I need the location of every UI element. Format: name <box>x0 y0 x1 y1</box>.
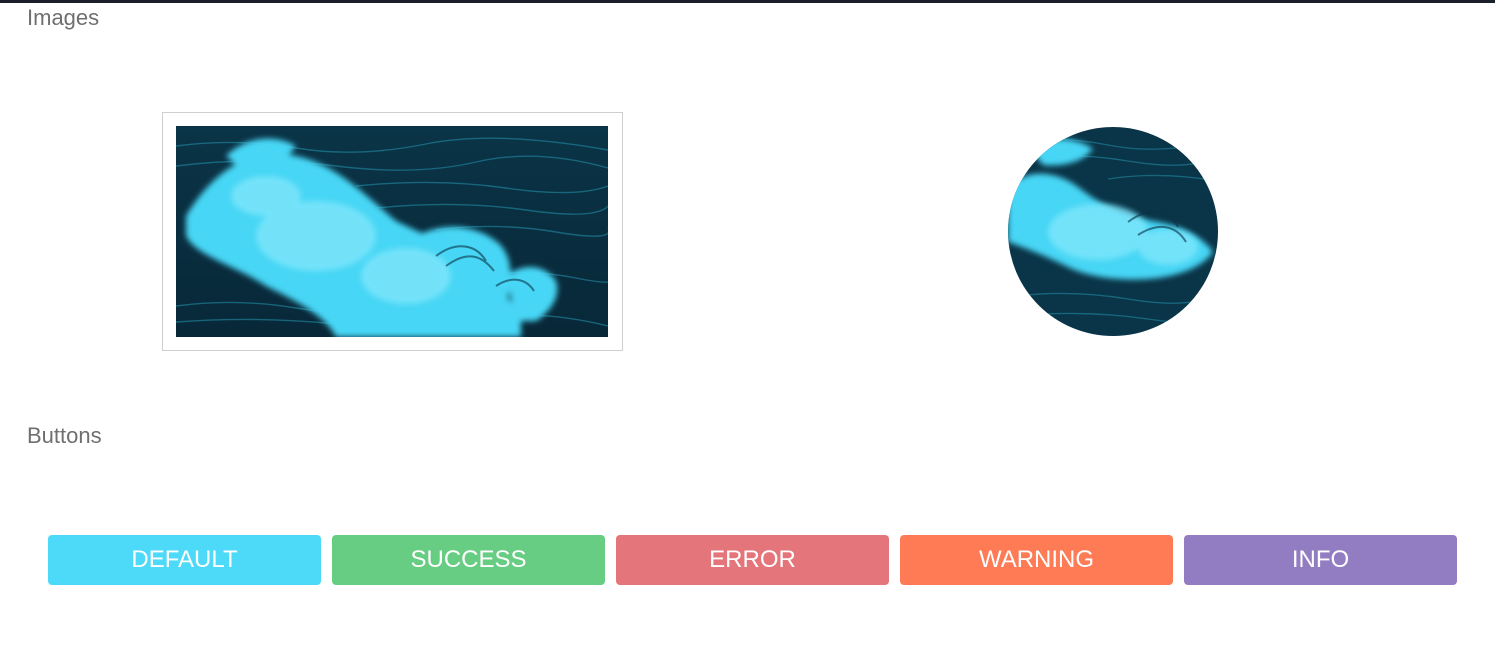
info-button[interactable]: INFO <box>1184 535 1457 585</box>
top-border <box>0 0 1495 3</box>
warning-button[interactable]: WARNING <box>900 535 1173 585</box>
wave-image-thumbnail <box>176 126 608 337</box>
default-button[interactable]: DEFAULT <box>48 535 321 585</box>
images-section-title: Images <box>27 5 100 30</box>
wave-image-circle <box>1008 127 1218 336</box>
buttons-section-title: Buttons <box>27 423 102 448</box>
thumbnail-image-frame <box>162 112 623 351</box>
success-button[interactable]: SUCCESS <box>332 535 605 585</box>
button-row: DEFAULT SUCCESS ERROR WARNING INFO <box>48 535 1457 585</box>
error-button[interactable]: ERROR <box>616 535 889 585</box>
